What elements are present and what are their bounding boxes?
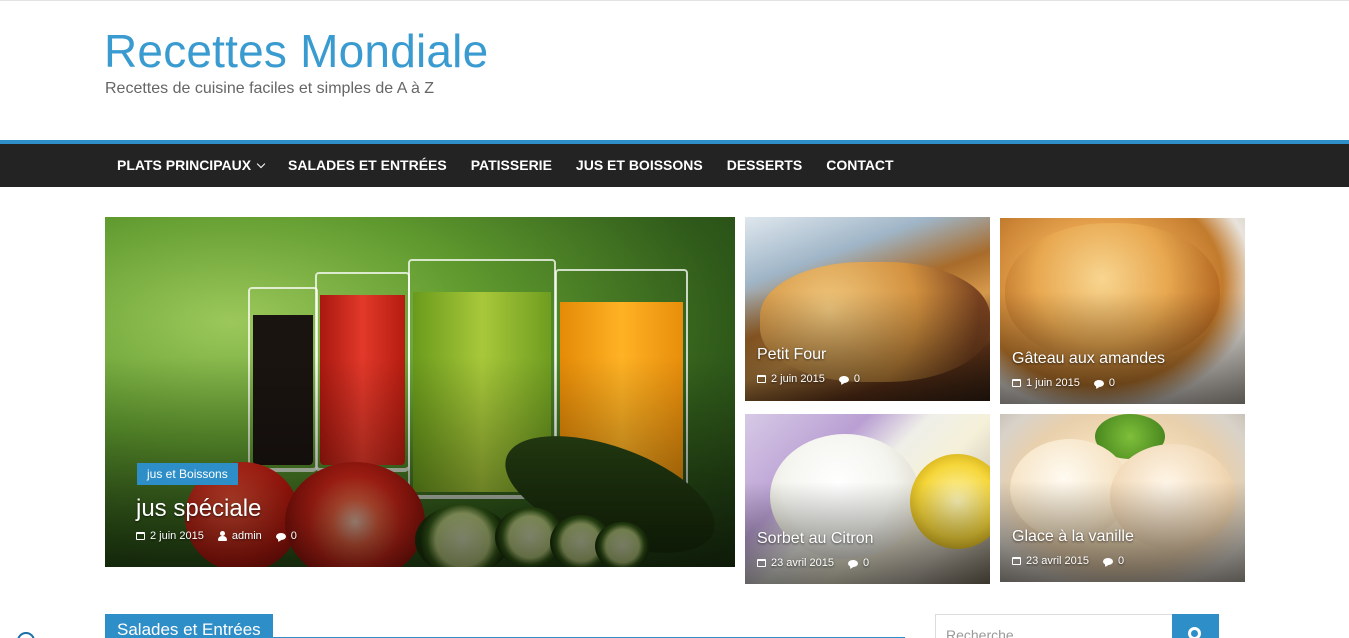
- post-title[interactable]: Glace à la vanille: [1012, 528, 1134, 546]
- featured-post-tile[interactable]: Glace à la vanille 23 avril 2015 0: [1000, 414, 1245, 582]
- comment-count[interactable]: 0: [1109, 377, 1115, 389]
- post-meta: 23 avril 2015 0: [1012, 555, 1124, 567]
- post-title[interactable]: Gâteau aux amandes: [1012, 350, 1165, 368]
- comment-count[interactable]: 0: [1118, 555, 1124, 567]
- site-title[interactable]: Recettes Mondiale: [104, 24, 488, 78]
- featured-post-tile[interactable]: Gâteau aux amandes 1 juin 2015 0: [1000, 218, 1245, 404]
- post-meta: 2 juin 2015 0: [757, 373, 860, 385]
- search-icon: [1188, 627, 1201, 638]
- post-date[interactable]: 23 avril 2015: [1026, 555, 1089, 567]
- post-meta: 2 juin 2015 admin 0: [136, 530, 297, 542]
- nav-item-label: PLATS PRINCIPAUX: [117, 157, 252, 173]
- nav-item-salades-et-entrees[interactable]: SALADES ET ENTRÉES: [276, 144, 459, 187]
- post-date[interactable]: 2 juin 2015: [150, 530, 204, 542]
- site-description: Recettes de cuisine faciles et simples d…: [105, 80, 435, 97]
- user-icon: [217, 531, 227, 541]
- post-title[interactable]: jus spéciale: [136, 495, 261, 523]
- scroll-to-top-icon[interactable]: [17, 632, 35, 638]
- nav-item-jus-et-boissons[interactable]: JUS ET BOISSONS: [564, 144, 715, 187]
- comment-icon: [275, 532, 286, 540]
- post-meta: 23 avril 2015 0: [757, 557, 869, 569]
- nav-item-patisserie[interactable]: PATISSERIE: [459, 144, 564, 187]
- nav-item-plats-principaux[interactable]: PLATS PRINCIPAUX: [105, 144, 276, 187]
- post-date[interactable]: 1 juin 2015: [1026, 377, 1080, 389]
- category-badge[interactable]: jus et Boissons: [137, 463, 238, 485]
- search-button[interactable]: [1172, 614, 1219, 638]
- post-title[interactable]: Petit Four: [757, 346, 826, 364]
- comment-icon: [838, 375, 849, 383]
- section-title[interactable]: Salades et Entrées: [105, 614, 273, 638]
- top-border: [0, 0, 1349, 1]
- comment-count[interactable]: 0: [291, 530, 297, 542]
- comment-icon: [848, 559, 858, 567]
- featured-post-main[interactable]: jus et Boissons jus spéciale 2 juin 2015…: [105, 217, 735, 567]
- nav-item-contact[interactable]: CONTACT: [814, 144, 905, 187]
- post-date[interactable]: 23 avril 2015: [771, 557, 834, 569]
- calendar-icon: [757, 375, 766, 383]
- search-input[interactable]: Recherche: [935, 614, 1173, 638]
- nav-item-desserts[interactable]: DESSERTS: [715, 144, 814, 187]
- featured-post-tile[interactable]: Sorbet au Citron 23 avril 2015 0: [745, 414, 990, 584]
- main-navigation: PLATS PRINCIPAUX SALADES ET ENTRÉES PATI…: [0, 144, 1349, 187]
- calendar-icon: [757, 559, 766, 567]
- featured-post-tile[interactable]: Petit Four 2 juin 2015 0: [745, 217, 990, 401]
- comment-count[interactable]: 0: [854, 373, 860, 385]
- calendar-icon: [1012, 379, 1021, 387]
- calendar-icon: [136, 532, 145, 540]
- comment-icon: [1103, 557, 1113, 565]
- comment-count[interactable]: 0: [863, 557, 869, 569]
- post-date[interactable]: 2 juin 2015: [771, 373, 825, 385]
- comment-icon: [1093, 379, 1104, 387]
- chevron-down-icon: [256, 159, 266, 169]
- post-meta: 1 juin 2015 0: [1012, 377, 1115, 389]
- calendar-icon: [1012, 557, 1021, 565]
- post-title[interactable]: Sorbet au Citron: [757, 530, 874, 548]
- post-author[interactable]: admin: [232, 530, 262, 542]
